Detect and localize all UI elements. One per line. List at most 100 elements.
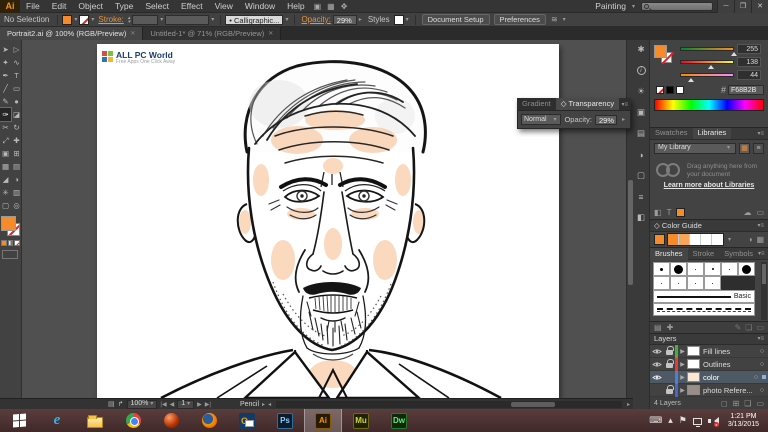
gradient-tool[interactable]: ▤ [11, 160, 22, 173]
green-slider[interactable] [680, 60, 734, 64]
arrange-documents-icon[interactable]: ▦ [324, 2, 338, 11]
brush-swatch[interactable] [670, 276, 687, 290]
bridge-icon[interactable]: ▣ [311, 2, 325, 11]
target-circle-icon[interactable]: ○ [756, 387, 768, 394]
black-swatch[interactable] [666, 86, 674, 94]
style-swatch[interactable] [394, 15, 404, 25]
taskbar-muse[interactable]: Mu [342, 409, 380, 432]
control-panel-menu-dropdown-icon[interactable]: ▾ [561, 16, 568, 23]
fill-color-swatch[interactable] [62, 15, 72, 25]
artboard-tool[interactable]: ▢ [0, 199, 11, 212]
blue-slider[interactable] [680, 73, 734, 77]
layer-row-photo-reference[interactable]: ▶ photo Refere... ○ [650, 384, 768, 397]
brushes-scrollbar-thumb[interactable] [762, 264, 766, 284]
brushes-scrollbar[interactable] [761, 262, 767, 320]
rectangle-tool[interactable]: ▭ [11, 82, 22, 95]
expand-arrow-icon[interactable]: ▶ [678, 361, 687, 368]
layer-thumbnail[interactable] [687, 359, 700, 369]
tab-libraries[interactable]: Libraries [693, 127, 732, 139]
tab-brushes[interactable]: Brushes [650, 248, 688, 260]
opacity-field[interactable]: 29% [595, 115, 617, 125]
artboard[interactable]: ALL PC World Free Apps One Click Away [97, 44, 559, 398]
taskbar-photoshop[interactable]: Ps [266, 409, 304, 432]
volume-icon[interactable]: x [708, 416, 718, 426]
brush-swatch[interactable] [670, 262, 687, 276]
mesh-tool[interactable]: ▦ [0, 160, 11, 173]
lock-icon[interactable] [663, 360, 675, 368]
white-swatch[interactable] [676, 86, 684, 94]
align-panel-icon[interactable]: ≡ [635, 190, 648, 203]
color-wheel-icon[interactable]: ◑ [748, 235, 753, 244]
vertical-scrollbar[interactable] [626, 40, 633, 398]
preferences-button[interactable]: Preferences [494, 14, 546, 25]
tab-symbols[interactable]: Symbols [719, 248, 758, 260]
brush-swatch[interactable] [738, 262, 755, 276]
status-flyout-icon[interactable]: ▸ [262, 401, 265, 408]
base-color-swatch[interactable] [654, 234, 665, 245]
menu-type[interactable]: Type [109, 0, 139, 13]
draw-color-button[interactable] [1, 240, 7, 246]
menu-window[interactable]: Window [239, 0, 281, 13]
brush-swatch[interactable] [653, 262, 670, 276]
taskbar-outlook[interactable]: O [228, 409, 266, 432]
layer-name[interactable]: photo Refere... [703, 386, 756, 395]
none-swatch[interactable] [656, 86, 664, 94]
horizontal-scrollbar-thumb[interactable] [511, 402, 555, 407]
menu-file[interactable]: File [20, 0, 46, 13]
brush-options-icon[interactable]: ✎ [735, 323, 742, 332]
blend-tool[interactable]: ◑ [11, 173, 22, 186]
prev-artboard-icon[interactable]: ◀ [170, 401, 175, 408]
layer-name[interactable]: color [703, 373, 750, 382]
layer-row-fill-lines[interactable]: ▶ Fill lines ○ [650, 345, 768, 358]
start-button[interactable] [0, 409, 38, 432]
taskbar-browser[interactable] [152, 409, 190, 432]
green-slider-thumb[interactable] [708, 65, 714, 69]
line-segment-tool[interactable]: ╱ [0, 82, 11, 95]
target-circle-icon[interactable]: ○ [750, 374, 762, 381]
cloud-sync-icon[interactable]: ☁ [743, 208, 751, 217]
expand-arrow-icon[interactable]: ▶ [678, 374, 687, 381]
learn-libraries-link[interactable]: Learn more about Libraries [654, 182, 764, 189]
expand-arrow-icon[interactable]: ▶ [678, 387, 687, 394]
taskbar-internet-explorer[interactable]: e [38, 409, 76, 432]
red-slider[interactable] [680, 47, 734, 51]
target-circle-icon[interactable]: ○ [756, 348, 768, 355]
shape-builder-tool[interactable]: ⊞ [11, 147, 22, 160]
tab-transparency[interactable]: ◇ Transparency [556, 98, 619, 110]
transparency-panel-icon[interactable]: ◑ [635, 148, 648, 161]
symbol-sprayer-tool[interactable]: ✳ [0, 186, 11, 199]
screen-mode-button[interactable] [2, 250, 18, 259]
hex-field[interactable]: F68B2B [728, 85, 764, 95]
document-setup-button[interactable]: Document Setup [422, 14, 490, 25]
color-asset-swatch[interactable] [676, 208, 685, 217]
stroke-weight-field[interactable] [132, 15, 158, 25]
new-brush-icon[interactable]: ❏ [745, 323, 752, 332]
layer-name[interactable]: Outlines [703, 360, 756, 369]
tab-swatches[interactable]: Swatches [650, 127, 693, 139]
eraser-tool[interactable]: ◪ [11, 108, 22, 121]
direct-selection-tool[interactable]: ▷ [11, 43, 22, 56]
fill-stroke-widget[interactable] [1, 216, 22, 238]
blue-slider-thumb[interactable] [688, 78, 694, 82]
make-clip-mask-icon[interactable]: ◻ [721, 399, 728, 408]
target-circle-icon[interactable]: ○ [756, 361, 768, 368]
width-tool[interactable]: ✚ [11, 134, 22, 147]
delete-icon[interactable]: ▭ [756, 208, 764, 217]
canvas-area[interactable]: ALL PC World Free Apps One Click Away [22, 40, 633, 398]
pen-tool[interactable]: ✒ [0, 69, 11, 82]
app-logo[interactable]: Ai [0, 0, 20, 13]
red-slider-thumb[interactable] [731, 52, 737, 56]
blob-brush-tool[interactable]: ● [11, 95, 22, 108]
taskbar-chrome[interactable] [114, 409, 152, 432]
harmony-dropdown-icon[interactable]: ▾ [726, 236, 733, 243]
width-profile-select[interactable] [165, 15, 209, 25]
menu-edit[interactable]: Edit [46, 0, 73, 13]
draw-none-button[interactable] [14, 240, 20, 246]
restore-button[interactable]: ❐ [734, 0, 751, 13]
panel-menu-icon[interactable]: ▾≡ [758, 250, 768, 257]
minimize-button[interactable]: ─ [717, 0, 734, 13]
harmony-swatches[interactable] [667, 233, 724, 246]
control-panel-menu-icon[interactable]: ≋ [548, 15, 561, 24]
style-dropdown-icon[interactable]: ▾ [404, 16, 411, 23]
status-icon-2[interactable]: ↱ [118, 400, 124, 408]
